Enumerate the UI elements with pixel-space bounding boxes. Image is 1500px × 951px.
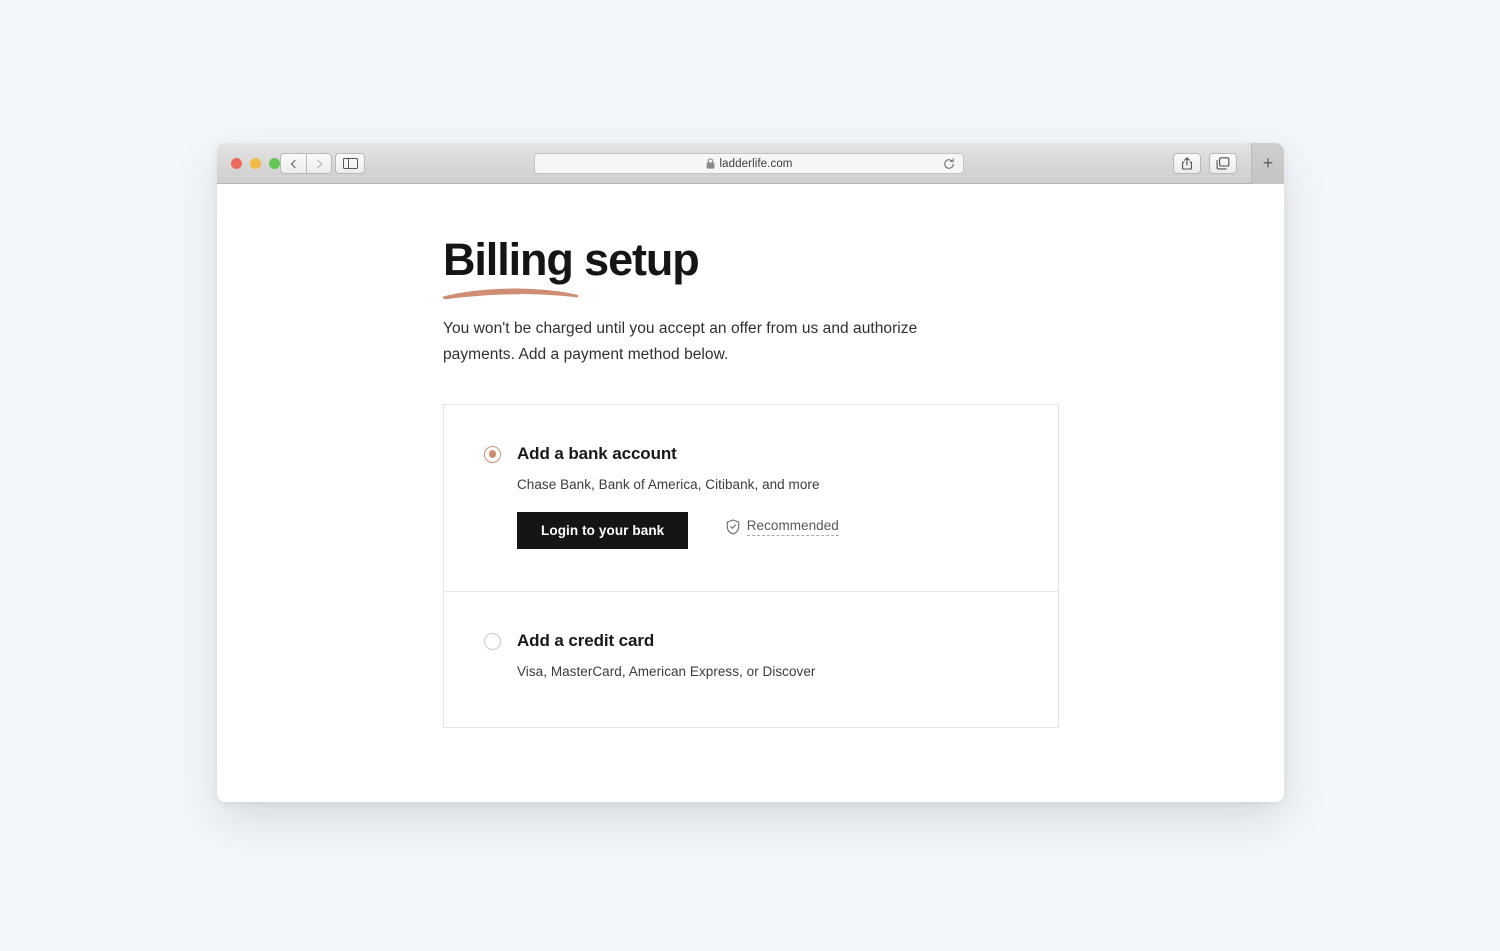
radio-credit-card[interactable]	[484, 632, 501, 650]
option-bank-account-description: Chase Bank, Bank of America, Citibank, a…	[517, 477, 820, 493]
sidebar-icon	[342, 158, 358, 169]
lock-icon	[706, 158, 714, 169]
share-icon	[1182, 157, 1192, 170]
page-content: Billing setup You won't be charged until…	[442, 234, 1063, 729]
reload-icon[interactable]	[943, 157, 955, 170]
shield-check-icon	[726, 519, 740, 535]
option-credit-card-header: Add a credit card	[484, 631, 1058, 651]
payment-method-options-card: Add a bank account Chase Bank, Bank of A…	[443, 404, 1059, 729]
forward-button[interactable]	[306, 153, 332, 174]
back-button[interactable]	[280, 153, 306, 174]
recommended-badge[interactable]: Recommended	[726, 518, 839, 537]
share-button[interactable]	[1173, 153, 1201, 174]
page-title: Billing setup	[443, 234, 700, 285]
url-display: ladderlife.com	[706, 158, 793, 170]
tab-overview-icon	[1216, 157, 1230, 170]
option-bank-account-header: Add a bank account	[484, 444, 1058, 464]
option-credit-card-description: Visa, MasterCard, American Express, or D…	[517, 664, 816, 680]
window-controls	[231, 158, 280, 169]
maximize-window-button[interactable]	[269, 158, 280, 169]
tab-overview-button[interactable]	[1209, 153, 1237, 174]
navigation-buttons	[280, 153, 332, 174]
title-underline-stroke	[442, 288, 579, 300]
option-credit-card-title: Add a credit card	[517, 631, 655, 651]
minimize-window-button[interactable]	[250, 158, 261, 169]
new-tab-button[interactable]: +	[1251, 143, 1284, 184]
option-bank-account-title: Add a bank account	[517, 444, 677, 464]
option-bank-account[interactable]: Add a bank account Chase Bank, Bank of A…	[444, 405, 1058, 591]
page-subtitle: You won't be charged until you accept an…	[443, 320, 918, 364]
browser-toolbar: ladderlife.com +	[217, 143, 1284, 184]
url-text: ladderlife.com	[719, 157, 793, 170]
toolbar-actions	[1173, 153, 1237, 174]
recommended-label: Recommended	[746, 518, 839, 537]
sidebar-toggle-button[interactable]	[335, 153, 365, 174]
browser-window: ladderlife.com + Billing setup You won't…	[217, 143, 1284, 802]
radio-bank-account[interactable]	[484, 445, 501, 463]
chevron-right-icon	[313, 159, 323, 168]
chevron-left-icon	[290, 159, 299, 168]
address-bar[interactable]: ladderlife.com	[534, 153, 964, 174]
login-to-your-bank-button[interactable]: Login to your bank	[517, 512, 689, 550]
option-credit-card[interactable]: Add a credit card Visa, MasterCard, Amer…	[444, 592, 1058, 727]
page-viewport: Billing setup You won't be charged until…	[217, 184, 1284, 802]
close-window-button[interactable]	[231, 158, 242, 169]
